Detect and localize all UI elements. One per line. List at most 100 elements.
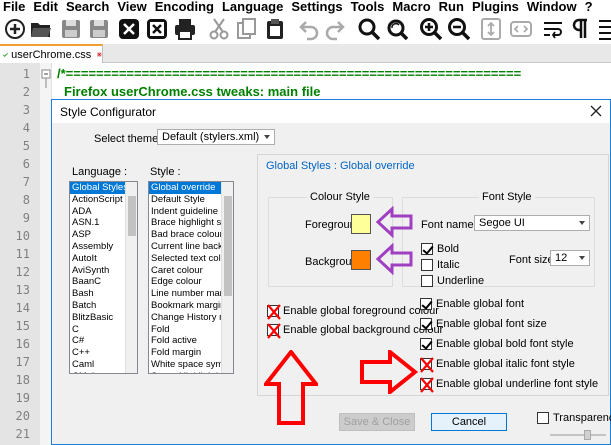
word-wrap-icon[interactable] (540, 16, 566, 42)
save-all-icon[interactable] (86, 16, 112, 42)
enable-global-bold-checkbox[interactable]: Enable global bold font style (420, 338, 574, 350)
line-number: 3 (22, 103, 30, 117)
font-name-label: Font name : (421, 219, 480, 231)
tab-bar: userChrome.css (0, 44, 611, 63)
bold-checkbox[interactable]: Bold (421, 243, 459, 255)
font-name-select[interactable]: Segoe UI (474, 215, 590, 231)
transparency-checkbox[interactable]: Transparency (537, 412, 611, 424)
enable-global-underline-checkbox[interactable]: Enable global underline font style (420, 377, 599, 393)
line-number: 20 (15, 409, 30, 423)
menu-view[interactable]: View (113, 0, 150, 14)
sync-vertical-icon[interactable] (478, 16, 504, 42)
underline-checkbox[interactable]: Underline (421, 275, 484, 287)
enable-global-underline-label: Enable global underline font style (436, 378, 599, 390)
line-number-margin: 1 2 3 4 5 6 7 8 9 10 11 12 13 14 15 16 17 18 19 20 21 (0, 63, 40, 445)
style-listbox[interactable]: Global override Default Style Indent guide… (148, 181, 234, 374)
purple-arrow-foreground-icon (376, 206, 413, 238)
font-size-value: 12 (555, 252, 568, 264)
font-style-group: Font Style Font name : Segoe UI Bold Ita… (402, 191, 595, 287)
menu-edit[interactable]: Edit (29, 0, 62, 14)
paste-icon[interactable] (262, 16, 288, 42)
red-arrow-right-icon (360, 350, 418, 394)
enable-global-fg-checkbox[interactable]: Enable global foreground colour (267, 304, 439, 320)
dialog-title: Style Configurator (60, 104, 157, 119)
transparency-slider[interactable] (550, 434, 606, 436)
replace-icon[interactable] (384, 16, 410, 42)
menu-bar: File Edit Search View Encoding Language Settin… (0, 0, 611, 14)
panel-header: Global Styles : Global override (266, 160, 415, 172)
open-file-icon[interactable] (28, 16, 54, 42)
menu-window[interactable]: Window (523, 0, 581, 14)
menu-macro[interactable]: Macro (388, 0, 434, 14)
enable-global-bold-label: Enable global bold font style (436, 338, 574, 350)
line-number: 1 (22, 67, 30, 81)
close-all-icon[interactable] (144, 16, 170, 42)
font-style-title: Font Style (479, 191, 535, 203)
menu-file[interactable]: File (0, 0, 29, 14)
zoom-out-icon[interactable] (446, 16, 472, 42)
menu-help[interactable]: ? (581, 0, 597, 14)
style-scrollbar[interactable] (221, 182, 233, 373)
chevron-down-icon (264, 135, 270, 139)
transparency-label: Transparency (553, 412, 611, 424)
dialog-title-bar: Style Configurator (52, 100, 610, 123)
close-icon[interactable] (116, 16, 142, 42)
redo-icon[interactable] (322, 16, 348, 42)
copy-icon[interactable] (234, 16, 260, 42)
menu-plugins[interactable]: Plugins (468, 0, 523, 14)
underline-label: Underline (437, 275, 485, 287)
show-all-chars-icon[interactable] (568, 16, 594, 42)
enable-global-italic-label: Enable global italic font style (436, 358, 575, 370)
purple-arrow-background-icon (376, 243, 413, 275)
dialog-close-icon[interactable] (588, 103, 604, 119)
menu-search[interactable]: Search (62, 0, 113, 14)
enable-global-font-size-checkbox[interactable]: Enable global font size (420, 318, 547, 330)
enable-global-font-size-label: Enable global font size (436, 318, 547, 330)
cut-icon[interactable] (206, 16, 232, 42)
line-number: 11 (15, 247, 30, 261)
background-color-swatch[interactable] (351, 250, 371, 270)
line-number: 5 (22, 139, 30, 153)
menu-run[interactable]: Run (435, 0, 468, 14)
line-number: 13 (15, 283, 30, 297)
enable-global-font-label: Enable global font (436, 298, 525, 310)
enable-global-font-checkbox[interactable]: Enable global font (420, 298, 524, 310)
undo-icon[interactable] (296, 16, 322, 42)
menu-settings[interactable]: Settings (287, 0, 346, 14)
style-label: Style : (150, 166, 181, 178)
sync-horizontal-icon[interactable] (508, 16, 534, 42)
tab-label: userChrome.css (11, 48, 92, 61)
font-size-select[interactable]: 12 (550, 250, 590, 266)
enable-global-bg-checkbox[interactable]: Enable global background colour (267, 323, 443, 339)
new-file-icon[interactable] (2, 16, 28, 42)
find-icon[interactable] (356, 16, 382, 42)
tab-userchrome-css[interactable]: userChrome.css (0, 44, 103, 63)
line-number: 21 (15, 427, 30, 441)
tab-close-icon[interactable] (97, 49, 102, 60)
fold-toggle-icon[interactable] (40, 68, 52, 88)
indent-guide-icon[interactable] (594, 16, 611, 42)
save-close-button[interactable]: Save & Close (339, 413, 415, 431)
line-number: 19 (15, 391, 30, 405)
foreground-color-swatch[interactable] (351, 214, 371, 234)
language-scrollbar[interactable] (125, 182, 137, 373)
language-listbox[interactable]: Global Styles ActionScript ADA ASN.1 ASP Asse… (69, 181, 138, 374)
theme-select[interactable]: Default (stylers.xml) (157, 129, 275, 145)
italic-checkbox[interactable]: Italic (421, 259, 460, 271)
menu-encoding[interactable]: Encoding (151, 0, 218, 14)
line-number: 16 (15, 337, 30, 351)
line-number: 12 (15, 265, 30, 279)
enable-global-italic-checkbox[interactable]: Enable global italic font style (420, 357, 575, 373)
print-icon[interactable] (172, 16, 198, 42)
menu-tools[interactable]: Tools (347, 0, 389, 14)
menu-language[interactable]: Language (218, 0, 287, 14)
transparency-slider-thumb[interactable] (584, 430, 591, 440)
line-number: 10 (15, 229, 30, 243)
line-number: 9 (22, 211, 30, 225)
save-icon[interactable] (58, 16, 84, 42)
line-number: 8 (22, 193, 30, 207)
enable-global-fg-label: Enable global foreground colour (283, 305, 439, 317)
cancel-button[interactable]: Cancel (431, 413, 507, 431)
line-number: 14 (15, 301, 30, 315)
zoom-in-icon[interactable] (418, 16, 444, 42)
